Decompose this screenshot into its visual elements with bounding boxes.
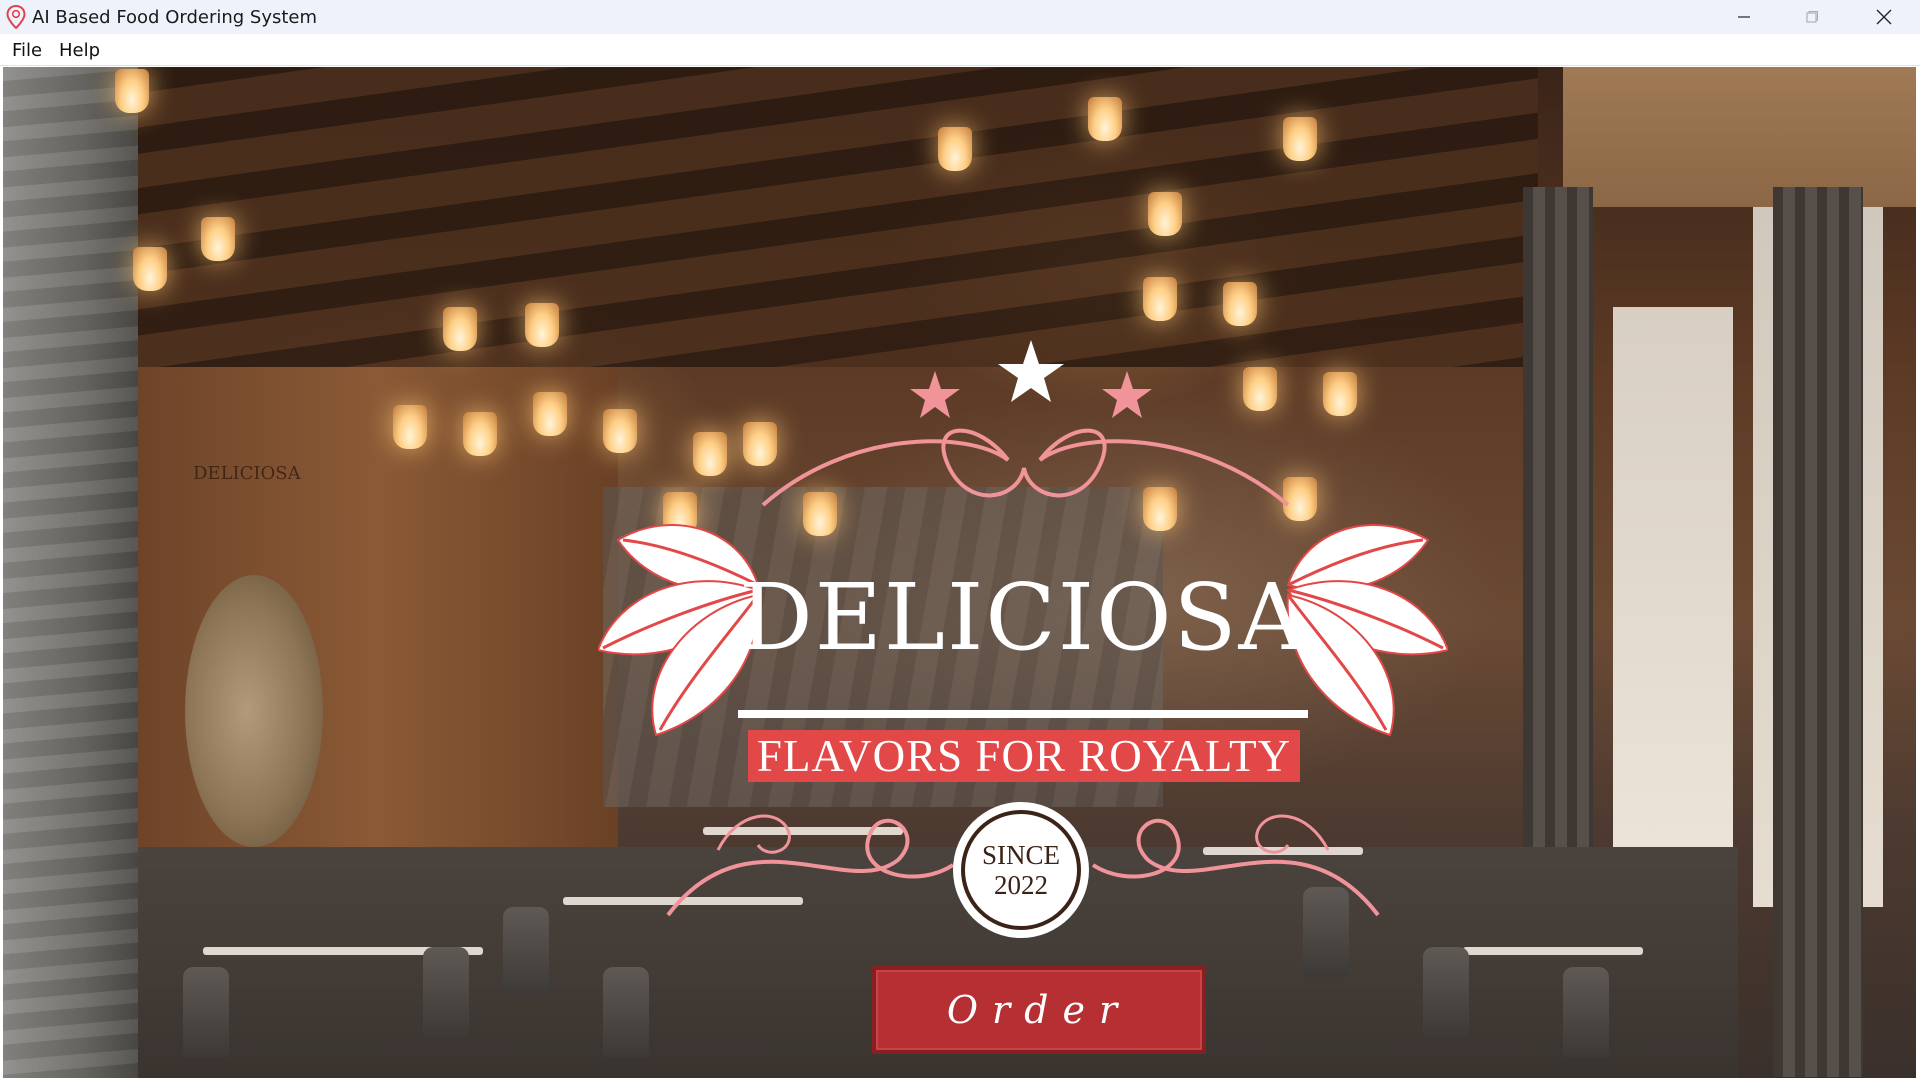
since-label: SINCE <box>981 839 1060 870</box>
since-badge-ring: SINCE 2022 <box>961 810 1081 930</box>
lamp <box>1148 192 1182 236</box>
since-year: 2022 <box>994 870 1048 900</box>
maximize-icon <box>1806 10 1819 23</box>
menu-bar: File Help <box>0 34 1920 66</box>
minimize-button[interactable] <box>1710 0 1778 34</box>
ceiling-beams <box>138 67 1538 367</box>
curtain <box>1773 187 1863 1077</box>
window-title: AI Based Food Ordering System <box>32 7 318 28</box>
menu-file[interactable]: File <box>10 39 44 62</box>
deliciosa-logo: DELICIOSA FLAVORS FOR ROYALTY SINCE 2022 <box>598 340 1448 940</box>
lamp <box>463 412 497 456</box>
stone-pillar <box>3 67 138 1078</box>
brand-divider <box>738 710 1308 718</box>
menu-help[interactable]: Help <box>57 39 102 62</box>
lamp <box>115 69 149 113</box>
lamp <box>938 127 972 171</box>
lamp <box>133 247 167 291</box>
lamp <box>1223 282 1257 326</box>
chair <box>1423 947 1469 1037</box>
tagline: FLAVORS FOR ROYALTY <box>756 730 1292 781</box>
lamp <box>201 217 235 261</box>
star-icon <box>998 340 1064 402</box>
close-button[interactable] <box>1850 0 1918 34</box>
maximize-button[interactable] <box>1778 0 1846 34</box>
lamp <box>443 307 477 351</box>
table <box>1463 947 1643 955</box>
lamp <box>1088 97 1122 141</box>
top-swirl-ornament <box>761 428 1290 507</box>
order-button[interactable]: Order <box>872 966 1206 1054</box>
since-badge: SINCE 2022 <box>953 802 1089 938</box>
lamp <box>1283 117 1317 161</box>
window <box>1613 307 1733 867</box>
right-wall <box>1563 67 1916 207</box>
wall-sign: DELICIOSA <box>193 463 301 484</box>
lamp <box>525 303 559 347</box>
map-pin-icon <box>6 5 26 29</box>
lamp <box>533 392 567 436</box>
round-wall-mirror <box>185 575 323 847</box>
star-icon <box>910 371 960 418</box>
close-icon <box>1876 9 1892 25</box>
brand-name: DELICIOSA <box>739 564 1307 671</box>
order-button-label: Order <box>946 988 1132 1032</box>
title-bar: AI Based Food Ordering System <box>0 0 1920 34</box>
chair <box>423 947 469 1037</box>
chair <box>503 907 549 997</box>
lamp <box>1143 277 1177 321</box>
lamp <box>393 405 427 449</box>
tagline-banner: FLAVORS FOR ROYALTY <box>748 730 1300 782</box>
chair <box>183 967 229 1057</box>
chair <box>1563 967 1609 1057</box>
minimize-icon <box>1738 16 1750 18</box>
chair <box>603 967 649 1057</box>
star-icon <box>1102 371 1152 418</box>
